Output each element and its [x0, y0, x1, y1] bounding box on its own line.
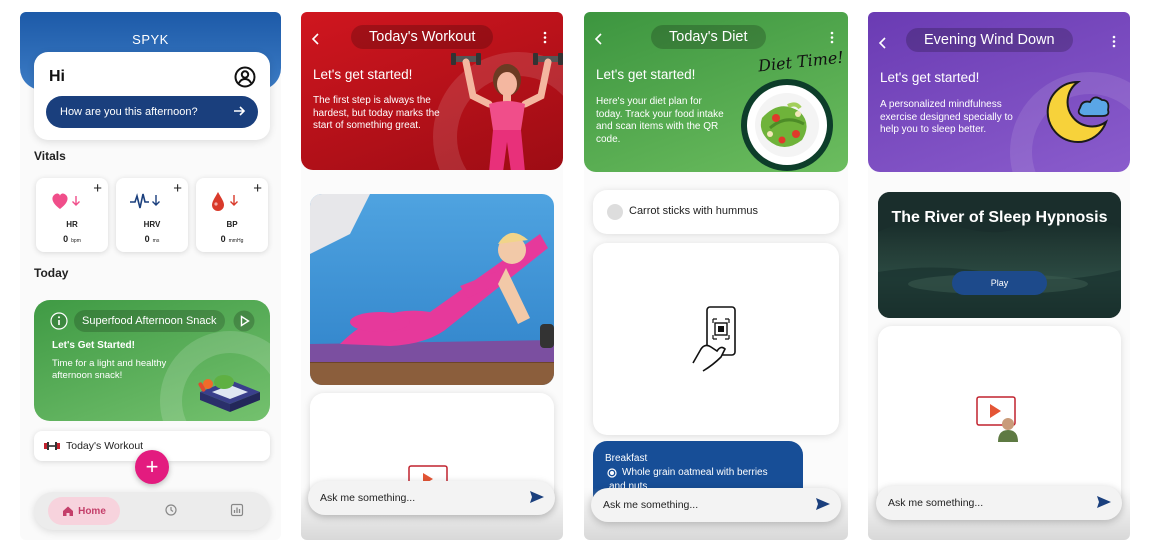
send-icon[interactable] — [815, 497, 831, 514]
snack-box-illustration — [194, 368, 264, 421]
workout-description: The first step is always the hardest, bu… — [313, 95, 440, 131]
add-icon[interactable]: + — [93, 180, 102, 197]
ask-placeholder: Ask me something... — [888, 497, 984, 509]
greeting-card: Hi How are you this afternoon? — [34, 52, 270, 140]
more-options-icon[interactable] — [1112, 35, 1116, 53]
diet-time-badge: Diet Time! — [757, 47, 845, 76]
back-arrow-icon[interactable] — [311, 32, 321, 50]
workout-photo — [310, 194, 554, 385]
send-icon[interactable] — [529, 490, 545, 507]
river-of-sleep-card[interactable]: The River of Sleep Hypnosis Play — [878, 192, 1121, 318]
home-icon — [63, 506, 74, 516]
add-icon[interactable]: + — [173, 180, 182, 197]
woman-lifting-dumbbells-illustration — [449, 50, 563, 170]
radio-selected-icon — [607, 467, 617, 478]
meal-item-label: Whole grain oatmeal with berries — [622, 467, 768, 478]
ask-input[interactable]: Ask me something... — [308, 481, 555, 515]
ask-input[interactable]: Ask me something... — [591, 488, 841, 522]
add-icon[interactable]: + — [253, 180, 262, 197]
salad-bowl-illustration — [740, 78, 834, 172]
vital-value: 0 mmHg — [220, 234, 244, 244]
screen-title: Today's Workout — [351, 25, 494, 49]
back-arrow-icon[interactable] — [594, 32, 604, 50]
screen-title: Evening Wind Down — [906, 28, 1073, 52]
evening-header: Evening Wind Down Let's get started! A p… — [868, 12, 1130, 172]
profile-icon[interactable] — [234, 66, 256, 93]
play-icon[interactable] — [233, 310, 255, 337]
workout-item-label: Today's Workout — [66, 440, 144, 452]
vitals-heading: Vitals — [34, 149, 66, 163]
vital-value: 0 ms — [144, 234, 160, 244]
vital-card-hr[interactable]: + HR 0 bpm — [36, 178, 108, 252]
stats-icon[interactable] — [230, 503, 244, 522]
workout-header: Today's Workout Let's get started! The f… — [301, 12, 563, 170]
diet-screen: Today's Diet Let's get started! Here's y… — [584, 12, 848, 540]
send-icon[interactable] — [1096, 495, 1112, 512]
how-are-you-button[interactable]: How are you this afternoon? — [46, 96, 258, 128]
carrot-sticks-item[interactable]: Carrot sticks with hummus — [593, 190, 839, 234]
lets-get-started: Let's get started! — [880, 70, 980, 85]
vital-card-hrv[interactable]: + HRV 0 ms — [116, 178, 188, 252]
nav-home-label: Home — [78, 505, 106, 517]
phone-qr-scan-icon — [691, 305, 741, 378]
greeting-text: Hi — [49, 68, 65, 85]
add-fab-button[interactable]: + — [135, 450, 169, 484]
checkbox-circle[interactable] — [607, 204, 623, 220]
nav-home-tab[interactable]: Home — [48, 497, 120, 525]
ask-placeholder: Ask me something... — [603, 499, 699, 511]
qr-scan-card[interactable] — [593, 243, 839, 435]
more-options-icon[interactable] — [830, 31, 834, 49]
back-arrow-icon[interactable] — [878, 36, 888, 54]
play-button[interactable]: Play — [952, 271, 1047, 295]
arrow-right-icon — [232, 104, 246, 121]
how-are-you-label: How are you this afternoon? — [60, 106, 198, 118]
snack-card[interactable]: Superfood Afternoon Snack Let's Get Star… — [34, 300, 270, 421]
history-icon[interactable] — [164, 503, 178, 522]
heart-icon — [50, 190, 86, 217]
evening-screen: Evening Wind Down Let's get started! A p… — [868, 12, 1130, 540]
snack-title: Superfood Afternoon Snack — [74, 310, 225, 332]
ask-input[interactable]: Ask me something... — [876, 486, 1122, 520]
snack-description: Time for a light and healthy afternoon s… — [52, 358, 167, 381]
more-options-icon[interactable] — [543, 31, 547, 49]
screen-title: Today's Diet — [651, 25, 766, 49]
video-lesson-icon — [976, 396, 1024, 447]
meal-item[interactable]: Whole grain oatmeal with berries — [607, 467, 768, 478]
food-item-label: Carrot sticks with hummus — [629, 205, 758, 217]
vital-value: 0 bpm — [63, 234, 81, 244]
moon-cloud-illustration — [1044, 78, 1112, 149]
workout-screen: Today's Workout Let's get started! The f… — [301, 12, 563, 540]
bottom-navigation: Home — [34, 492, 270, 530]
vital-label: BP — [226, 220, 238, 229]
lets-get-started: Let's get started! — [313, 67, 413, 82]
snack-heading: Let's Get Started! — [52, 340, 135, 351]
vital-card-bp[interactable]: + BP 0 mmHg — [196, 178, 268, 252]
info-icon[interactable] — [50, 312, 68, 335]
evening-description: A personalized mindfulness exercise desi… — [880, 99, 1013, 135]
blood-drop-icon — [210, 190, 246, 219]
video-card[interactable] — [878, 326, 1121, 511]
ask-placeholder: Ask me something... — [320, 492, 416, 504]
lets-get-started: Let's get started! — [596, 67, 696, 82]
diet-header: Today's Diet Let's get started! Here's y… — [584, 12, 848, 172]
vital-label: HR — [66, 220, 78, 229]
hypnosis-title: The River of Sleep Hypnosis — [891, 209, 1108, 226]
heart-rate-wave-icon — [130, 190, 166, 217]
dumbbell-icon — [44, 441, 60, 454]
vital-label: HRV — [143, 220, 161, 229]
home-screen: SPYK Hi How are you this afternoon? Vita… — [20, 12, 281, 540]
meal-title: Breakfast — [605, 453, 648, 464]
app-name: SPYK — [132, 32, 169, 47]
diet-description: Here's your diet plan for today. Track y… — [596, 96, 724, 145]
today-heading: Today — [34, 266, 69, 280]
